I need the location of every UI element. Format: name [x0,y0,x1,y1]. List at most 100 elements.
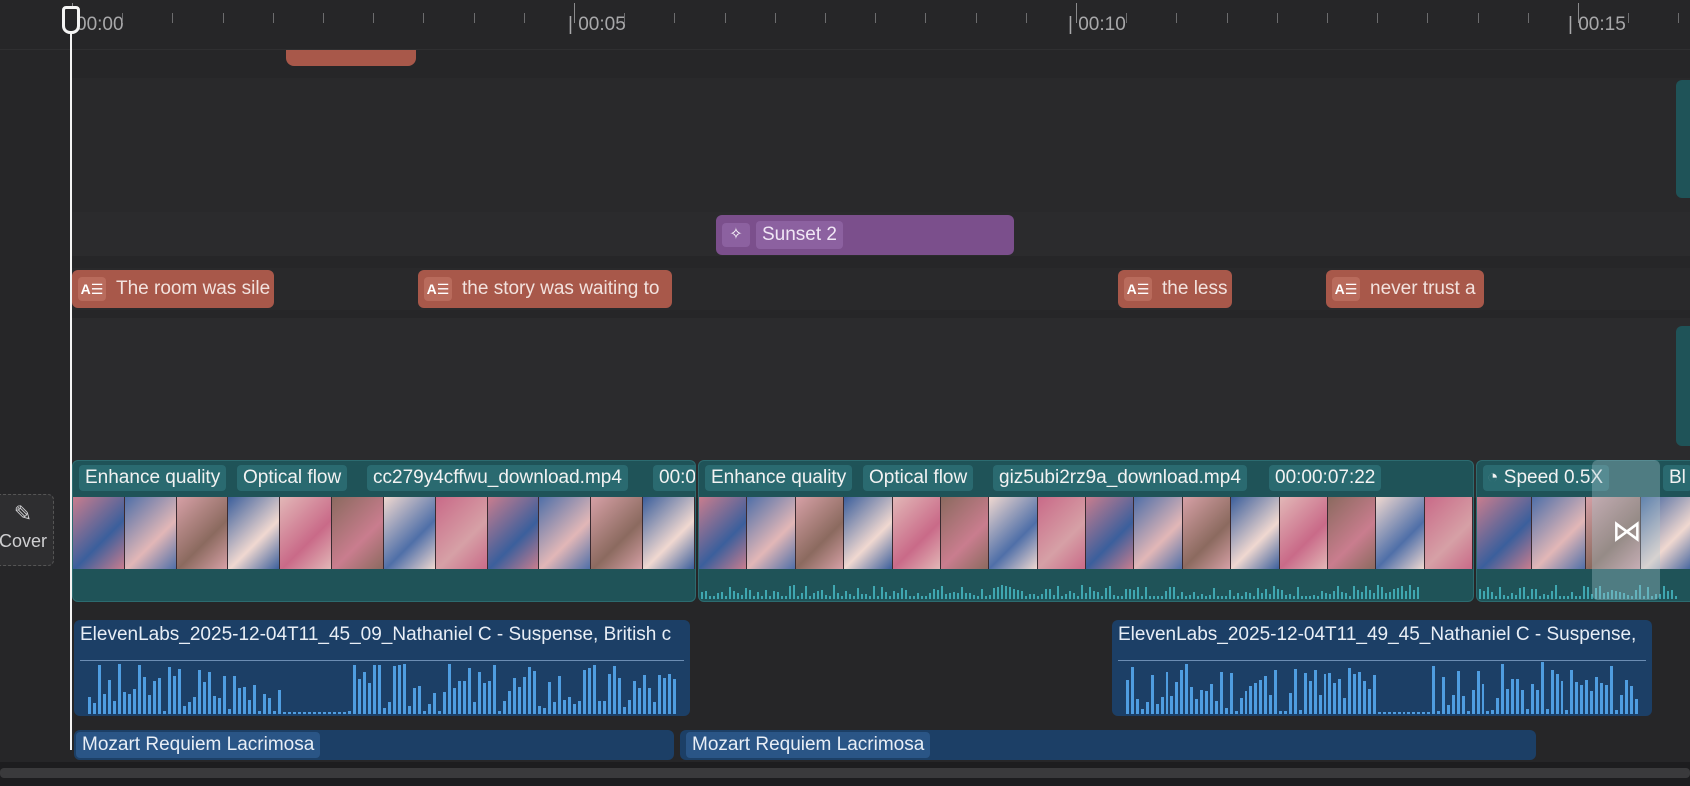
ruler-tick [373,13,375,23]
ruler-tick [473,13,475,23]
waveform-bar [1382,712,1386,714]
overlay-clip-right[interactable] [1676,80,1690,198]
waveform-bar [208,672,211,714]
video-clip-1[interactable]: Enhance quality Optical flow cc279y4cffw… [72,460,696,602]
cover-button[interactable]: ✎ Cover [0,494,54,566]
waveform-bar [1341,591,1343,599]
playhead-handle[interactable] [62,6,80,34]
voiceover-clip-1[interactable]: ElevenLabs_2025-12-04T11_45_09_Nathaniel… [74,620,690,716]
waveform-bar [1057,585,1059,599]
waveform-bar [1377,585,1379,599]
text-clip-4[interactable]: A☰ never trust a [1326,270,1484,308]
effect-clip-sunset[interactable]: ✧ Sunset 2 [716,215,1014,255]
video-frame-thumbnail [1531,497,1586,569]
edit-icon: ✎ [13,501,33,526]
text-clip-1[interactable]: A☰ The room was sile [72,270,274,308]
waveform-bar [543,708,546,714]
waveform-bar [941,585,943,599]
ruler-tick [825,13,826,23]
waveform-bar [1237,593,1239,599]
scrollbar-thumb[interactable] [0,768,1690,778]
text-clip-3[interactable]: A☰ the less [1118,270,1232,308]
waveform-bar [1405,591,1407,599]
waveform-bar [1503,595,1505,599]
waveform-bar [458,680,461,714]
waveform-bar [188,701,191,714]
waveform-bar [288,712,291,714]
waveform-bar [1105,587,1107,599]
waveform-bar [761,595,763,599]
waveform-bar [1409,585,1411,599]
waveform-bar [1442,676,1445,714]
waveform-bar [1301,596,1303,599]
waveform-bar [1289,593,1291,599]
waveform-bar [173,675,176,714]
waveform-bar [1456,671,1460,714]
waveform-bar [1219,671,1223,714]
waveform-bar [653,702,656,714]
waveform-bar [598,701,601,714]
waveform-bar [1313,669,1317,714]
waveform-bar [1041,593,1043,599]
waveform-bar [1025,596,1027,599]
waveform-bar [1217,596,1219,599]
waveform-bar [1550,669,1554,714]
video-frame-thumbnail [487,497,540,569]
waveform-bar [1422,712,1426,714]
waveform-bar [453,688,456,714]
waveform-bar [168,667,171,714]
waveform-bar [725,596,727,599]
waveform-bar [258,711,261,714]
timeline[interactable]: ✧ Sunset 2 A☰ The room was sile A☰ the s… [0,50,1690,762]
waveform-bar [578,701,581,714]
video-frame-thumbnail [699,497,748,569]
waveform-bar [628,699,631,714]
horizontal-scrollbar[interactable] [0,762,1690,786]
overlay-clip-right-2[interactable] [1676,326,1690,446]
video-clip-2[interactable]: Enhance quality Optical flow giz5ubi2rz9… [698,460,1474,602]
waveform-bar [949,592,951,599]
waveform-bar [1209,594,1211,599]
waveform-bar [448,663,451,714]
waveform-bar [93,702,96,714]
waveform-bar [1061,596,1063,599]
waveform-bar [721,591,723,599]
voiceover-clip-2[interactable]: ElevenLabs_2025-12-04T11_49_45_Nathaniel… [1112,620,1652,716]
video-frame-thumbnail [1477,497,1532,569]
video-frame-thumbnail [539,497,592,569]
transition-handle[interactable]: ⋈ [1592,460,1660,600]
waveform-bar [293,712,296,714]
cover-label: Cover [0,531,47,551]
ruler-tick [1176,13,1178,23]
playhead-line[interactable] [70,10,72,750]
waveform-bar [1229,673,1233,714]
waveform-bar [1053,595,1055,599]
waveform-bar [1570,669,1574,714]
waveform-bar [1585,680,1589,714]
waveform-bar [1361,592,1363,599]
waveform-bar [1432,665,1436,714]
music-clip-2[interactable]: Mozart Requiem Lacrimosa [680,730,1536,760]
waveform-bar [1387,712,1391,714]
timeline-ruler[interactable]: 00:00 | 00:05 | 00:10 | 00:15 [0,0,1690,50]
waveform-bar [969,592,971,599]
waveform-bar [1527,596,1529,599]
text-clip-partial[interactable] [286,50,416,66]
waveform-bar [1137,586,1139,599]
waveform-bar [861,594,863,599]
waveform-bar [1097,592,1099,599]
waveform-bar [1385,593,1387,599]
waveform-bar [1604,684,1608,714]
waveform-bar [865,594,867,599]
waveform-bar [623,706,626,714]
waveform-bar [1161,596,1163,599]
waveform-bar [268,697,271,714]
video-frame-thumbnail [747,497,796,569]
text-clip-2[interactable]: A☰ the story was waiting to [418,270,672,308]
waveform-bar [1515,594,1517,599]
text-clip-label: The room was sile [116,278,271,299]
waveform-bar [769,596,771,599]
music-clip-1[interactable]: Mozart Requiem Lacrimosa [74,730,674,760]
waveform-bar [113,700,116,714]
waveform-bar [1065,593,1067,599]
